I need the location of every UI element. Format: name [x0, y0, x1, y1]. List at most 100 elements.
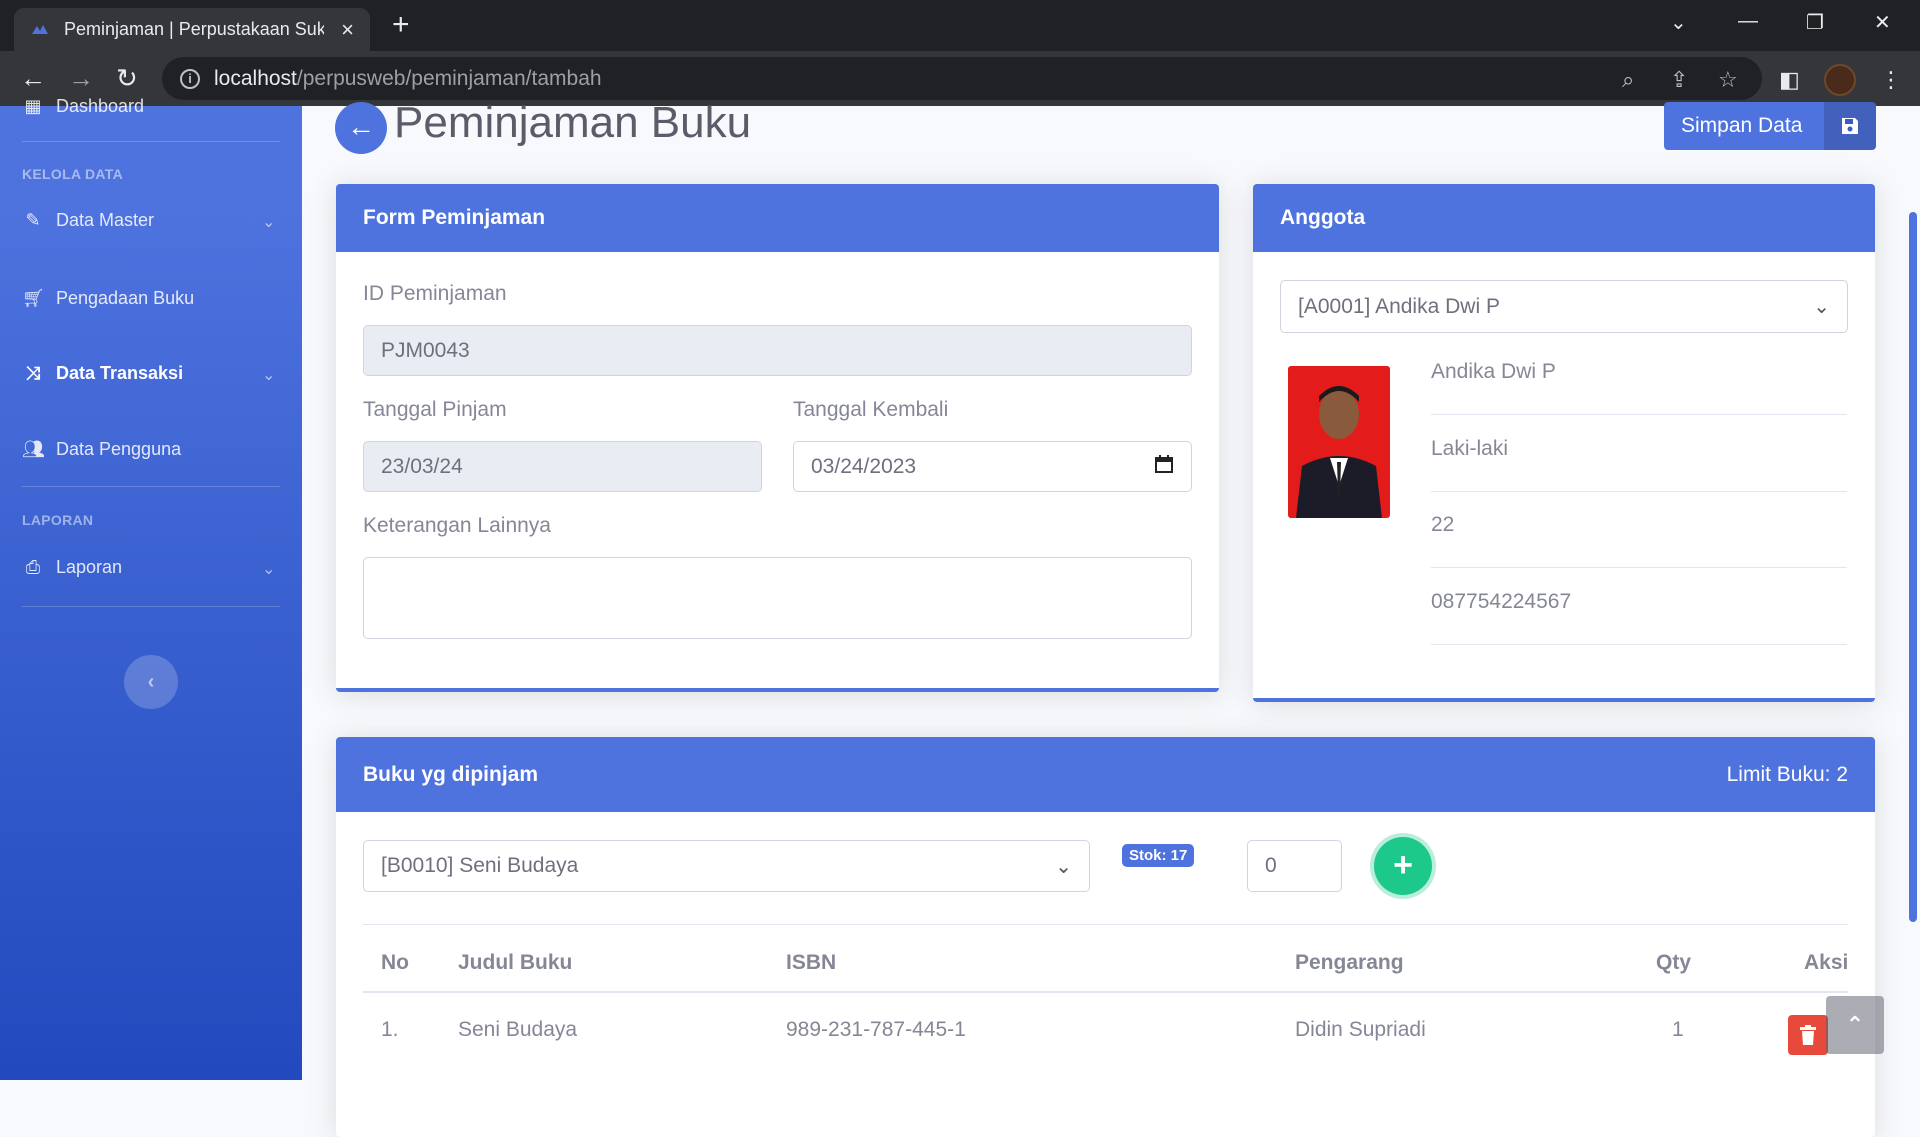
row-qty: 1 [1672, 1018, 1684, 1041]
browser-menu-icon[interactable]: ⋮ [1880, 67, 1902, 93]
member-photo [1288, 366, 1390, 518]
chevron-down-icon: ⌄ [262, 561, 276, 578]
back-button[interactable]: ← [335, 102, 387, 154]
edit-icon: ✎ [25, 210, 41, 230]
table-header-border [363, 991, 1848, 993]
favicon-icon [32, 24, 48, 34]
col-header-pengarang: Pengarang [1295, 951, 1404, 974]
sidebar-item-data-master[interactable]: ✎ Data Master [22, 210, 154, 231]
row-pengarang: Didin Supriadi [1295, 1018, 1426, 1041]
chevron-down-icon: ⌄ [1055, 855, 1072, 878]
row-isbn: 989-231-787-445-1 [786, 1018, 966, 1041]
omnibox[interactable]: i localhost/perpusweb/peminjaman/tambah … [162, 57, 1762, 100]
keterangan-textarea[interactable] [363, 557, 1192, 639]
share-icon[interactable]: ⇪ [1670, 67, 1688, 93]
profile-avatar[interactable] [1824, 64, 1856, 96]
buku-card-header: Buku yg dipinjam Limit Buku: 2 [336, 737, 1875, 812]
browser-tabbar: Peminjaman | Perpustakaan Suka × + ⌄ — ❐… [0, 0, 1920, 51]
stok-badge: Stok: 17 [1122, 844, 1195, 867]
tab-close-icon[interactable]: × [341, 17, 354, 43]
restore-icon[interactable]: ❐ [1806, 10, 1824, 35]
forward-icon[interactable]: → [68, 63, 94, 93]
divider [1431, 491, 1847, 492]
sidebar-divider [22, 486, 280, 487]
id-peminjaman-field[interactable]: PJM0043 [363, 325, 1192, 376]
anggota-card: Anggota [A0001] Andika Dwi P ⌄ Andika Dw… [1253, 184, 1875, 702]
row-judul: Seni Budaya [458, 1018, 578, 1041]
sidebar-heading-laporan: LAPORAN [22, 512, 94, 528]
add-book-button[interactable]: + [1374, 837, 1432, 895]
chevron-down-icon: ⌄ [262, 367, 276, 384]
bookmark-star-icon[interactable]: ☆ [1718, 67, 1738, 93]
back-icon[interactable]: ← [20, 63, 46, 93]
sidebar-item-data-transaksi[interactable]: ⤨ Data Transaksi [22, 363, 183, 384]
zoom-icon[interactable]: ⌕ [1622, 67, 1634, 93]
calendar-icon[interactable] [1154, 454, 1174, 480]
address-bar-row: ← → ↻ i localhost/perpusweb/peminjaman/t… [0, 51, 1920, 106]
tab-search-icon[interactable]: ⌄ [1670, 10, 1687, 35]
buku-card: Buku yg dipinjam Limit Buku: 2 [B0010] S… [336, 737, 1875, 1137]
col-header-isbn: ISBN [786, 951, 837, 974]
save-button[interactable]: Simpan Data [1664, 102, 1876, 150]
member-gender: Laki-laki [1431, 437, 1509, 460]
dashboard-icon: ▦ [24, 96, 42, 116]
close-window-icon[interactable]: ✕ [1874, 10, 1891, 35]
anggota-select[interactable]: [A0001] Andika Dwi P ⌄ [1280, 280, 1848, 333]
scroll-to-top-button[interactable]: ⌃ [1826, 996, 1884, 1054]
sidebar-toggle-button[interactable]: ‹ [124, 655, 178, 709]
chevron-down-icon: ⌄ [262, 214, 276, 231]
side-panel-icon[interactable]: ◧ [1779, 67, 1800, 93]
sidebar: ▦ Dashboard KELOLA DATA ✎ Data Master ⌄ 🛒︎… [0, 96, 302, 1080]
buku-select[interactable]: [B0010] Seni Budaya ⌄ [363, 840, 1090, 892]
tanggal-pinjam-label: Tanggal Pinjam [363, 398, 507, 421]
sidebar-item-pengadaan-buku[interactable]: 🛒︎ Pengadaan Buku [22, 288, 194, 309]
sidebar-item-dashboard[interactable]: ▦ Dashboard [22, 96, 144, 117]
table-top-border [363, 924, 1848, 925]
buku-card-title: Buku yg dipinjam [363, 762, 539, 786]
browser-tab[interactable]: Peminjaman | Perpustakaan Suka × [14, 8, 370, 51]
divider [1431, 567, 1847, 568]
tanggal-kembali-label: Tanggal Kembali [793, 398, 949, 421]
sidebar-divider [22, 606, 280, 607]
sidebar-divider [22, 141, 280, 142]
sidebar-item-data-pengguna[interactable]: 👥︎ Data Pengguna [22, 439, 181, 460]
tanggal-pinjam-field[interactable]: 23/03/24 [363, 441, 762, 492]
member-details: Andika Dwi P Laki-laki 22 087754224567 [1431, 360, 1847, 660]
shuffle-icon: ⤨ [25, 363, 41, 383]
main-content: ← Peminjaman Buku Simpan Data Form Pemin… [302, 98, 1920, 1137]
delete-row-button[interactable] [1788, 1015, 1828, 1055]
url-path: /perpusweb/peminjaman/tambah [296, 66, 602, 90]
qty-input[interactable]: 0 [1247, 840, 1342, 892]
divider [1431, 644, 1847, 645]
row-no: 1. [381, 1018, 399, 1041]
col-header-judul: Judul Buku [458, 951, 573, 974]
reload-icon[interactable]: ↻ [116, 63, 138, 93]
tanggal-kembali-field[interactable]: 03/24/2023 [793, 441, 1192, 492]
col-header-aksi: Aksi [1804, 951, 1849, 974]
trash-icon [1800, 1025, 1816, 1045]
print-icon: ⎙ [25, 557, 41, 577]
limit-buku-label: Limit Buku: 2 [1726, 762, 1848, 786]
col-header-qty: Qty [1656, 951, 1692, 974]
sidebar-heading-kelola: KELOLA DATA [22, 166, 124, 182]
url-host: localhost [214, 66, 297, 90]
cart-icon: 🛒︎ [22, 288, 45, 308]
minimize-icon[interactable]: — [1738, 10, 1758, 33]
col-header-no: No [381, 951, 409, 974]
chevron-down-icon: ⌄ [1813, 296, 1830, 318]
member-phone: 087754224567 [1431, 590, 1572, 613]
member-age: 22 [1431, 513, 1455, 536]
anggota-card-title: Anggota [1253, 184, 1875, 252]
keterangan-label: Keterangan Lainnya [363, 514, 551, 537]
form-card-title: Form Peminjaman [336, 184, 1219, 252]
page-scrollbar[interactable] [1909, 212, 1917, 922]
new-tab-icon[interactable]: + [392, 8, 410, 42]
site-info-icon[interactable]: i [180, 68, 200, 89]
save-button-label: Simpan Data [1681, 114, 1803, 137]
form-peminjaman-card: Form Peminjaman ID Peminjaman PJM0043 Ta… [336, 184, 1219, 692]
sidebar-item-laporan[interactable]: ⎙ Laporan [22, 557, 122, 578]
tab-title: Peminjaman | Perpustakaan Suka [64, 19, 324, 39]
floppy-disk-icon [1824, 102, 1876, 150]
users-icon: 👥︎ [22, 439, 45, 459]
page-title: Peminjaman Buku [394, 98, 752, 147]
